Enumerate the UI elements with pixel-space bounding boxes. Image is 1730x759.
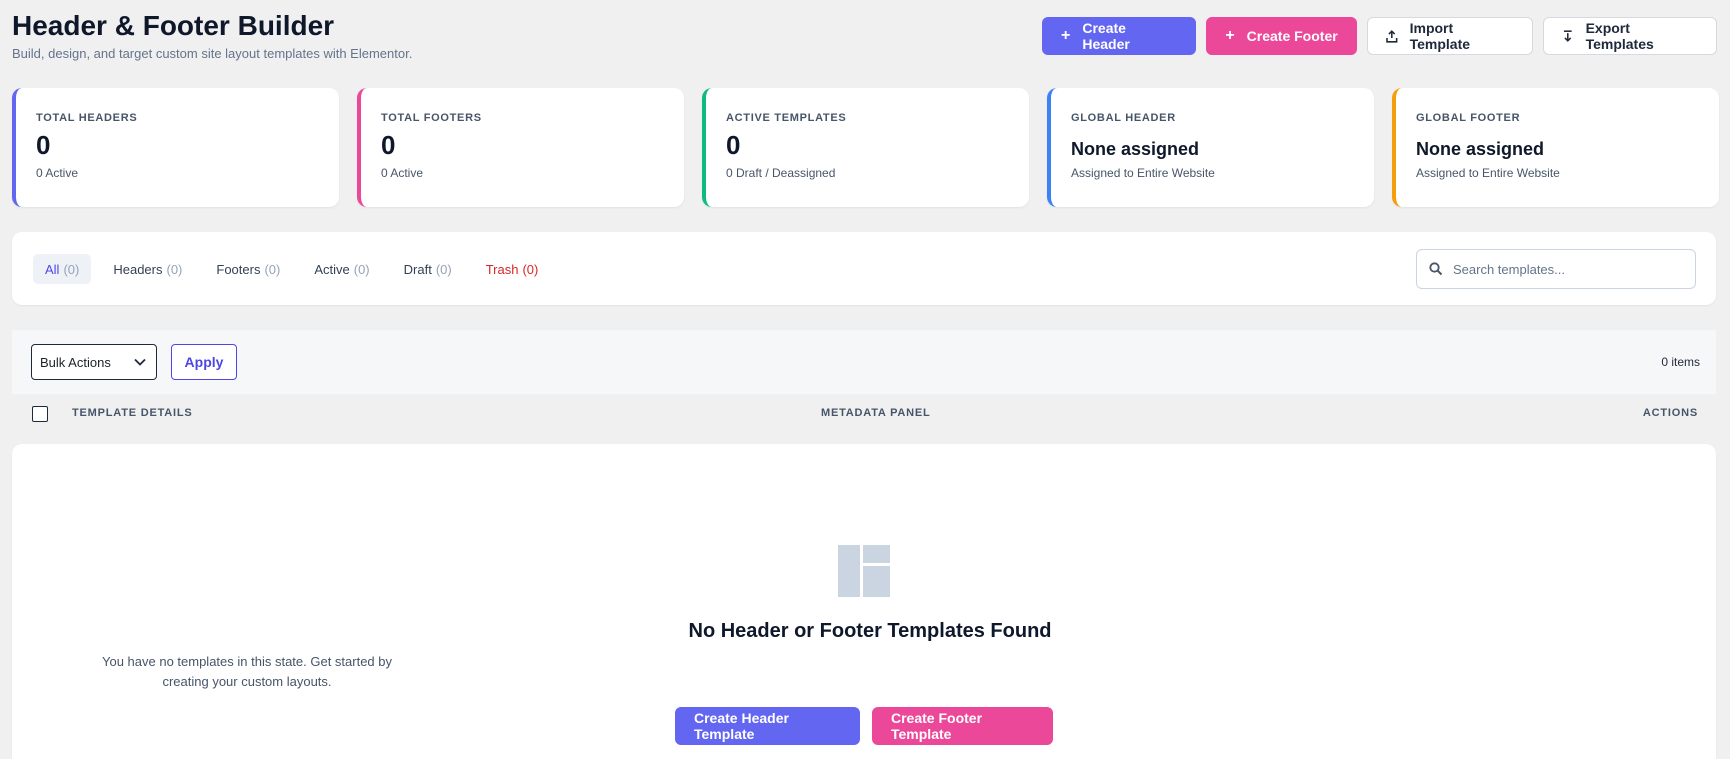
stat-card-total-headers: TOTAL HEADERS 0 0 Active bbox=[12, 88, 339, 207]
filter-tab-all[interactable]: All (0) bbox=[33, 254, 92, 284]
filter-tab-count: (0) bbox=[264, 261, 281, 277]
create-header-template-button[interactable]: Create Header Template bbox=[675, 707, 860, 745]
empty-state-description: You have no templates in this state. Get… bbox=[101, 654, 393, 689]
bulk-actions-select[interactable]: Bulk Actions bbox=[31, 344, 157, 380]
select-all-checkbox[interactable] bbox=[32, 406, 48, 422]
stats-row: TOTAL HEADERS 0 0 Active TOTAL FOOTERS 0… bbox=[12, 88, 1719, 207]
filter-panel: All (0) Headers (0) Footers (0) Active (… bbox=[12, 232, 1716, 305]
search-box bbox=[1416, 249, 1696, 289]
create-footer-button[interactable]: + Create Footer bbox=[1206, 17, 1357, 55]
stat-sub: Assigned to Entire Website bbox=[1416, 166, 1560, 180]
apply-button[interactable]: Apply bbox=[171, 344, 237, 380]
stat-sub: 0 Draft / Deassigned bbox=[726, 166, 836, 180]
export-templates-button[interactable]: Export Templates bbox=[1543, 17, 1717, 55]
import-template-button[interactable]: Import Template bbox=[1367, 17, 1533, 55]
layout-icon bbox=[838, 545, 890, 597]
stat-card-global-header: GLOBAL HEADER None assigned Assigned to … bbox=[1047, 88, 1374, 207]
create-header-label: Create Header bbox=[1082, 20, 1130, 52]
column-metadata-panel: METADATA PANEL bbox=[821, 407, 931, 419]
filter-tab-headers[interactable]: Headers (0) bbox=[101, 254, 194, 284]
bulk-actions-label: Bulk Actions bbox=[40, 354, 111, 370]
filter-tab-label: Headers bbox=[113, 261, 163, 277]
filter-tab-label: Active bbox=[314, 261, 350, 277]
page-header: Header & Footer Builder Build, design, a… bbox=[12, 10, 412, 61]
filter-tab-label: Footers bbox=[216, 261, 261, 277]
download-icon bbox=[1563, 29, 1572, 42]
page-subtitle: Build, design, and target custom site la… bbox=[12, 46, 413, 61]
filter-tab-active[interactable]: Active (0) bbox=[302, 254, 381, 284]
filter-tab-count: (0) bbox=[166, 261, 183, 277]
items-count: 0 items bbox=[1661, 355, 1700, 369]
stat-sub: 0 Active bbox=[381, 166, 424, 180]
filter-tab-footers[interactable]: Footers (0) bbox=[204, 254, 292, 284]
filter-tabs: All (0) Headers (0) Footers (0) Active (… bbox=[33, 254, 550, 284]
empty-state: No Header or Footer Templates Found You … bbox=[12, 444, 1716, 759]
stat-label: TOTAL HEADERS bbox=[36, 112, 138, 124]
create-footer-template-button[interactable]: Create Footer Template bbox=[872, 707, 1053, 745]
stat-value: 0 bbox=[381, 130, 396, 160]
stat-value: 0 bbox=[36, 130, 51, 160]
plus-icon: + bbox=[1061, 27, 1071, 44]
plus-icon: + bbox=[1225, 27, 1235, 44]
top-actions: + Create Header + Create Footer Import T… bbox=[1042, 17, 1717, 55]
filter-tab-count: (0) bbox=[435, 261, 452, 277]
create-header-button[interactable]: + Create Header bbox=[1042, 17, 1196, 55]
stat-value: 0 bbox=[726, 130, 741, 160]
stat-value: None assigned bbox=[1416, 139, 1545, 159]
filter-tab-label: Draft bbox=[403, 261, 432, 277]
stat-label: TOTAL FOOTERS bbox=[381, 112, 482, 124]
filter-tab-count: (0) bbox=[63, 261, 80, 277]
column-template-details: TEMPLATE DETAILS bbox=[72, 407, 193, 419]
column-actions: ACTIONS bbox=[1642, 407, 1698, 419]
stat-label: GLOBAL FOOTER bbox=[1416, 112, 1521, 124]
import-template-label: Import Template bbox=[1409, 20, 1471, 52]
filter-tab-count: (0) bbox=[353, 261, 370, 277]
chevron-down-icon bbox=[134, 358, 146, 366]
table-header: TEMPLATE DETAILS METADATA PANEL ACTIONS bbox=[12, 394, 1716, 444]
page-title: Header & Footer Builder bbox=[12, 10, 335, 41]
search-input[interactable] bbox=[1453, 261, 1673, 277]
filter-tab-label: Trash bbox=[485, 261, 519, 277]
stat-label: GLOBAL HEADER bbox=[1071, 112, 1176, 124]
filter-tab-draft[interactable]: Draft (0) bbox=[392, 254, 464, 284]
create-footer-label: Create Footer bbox=[1246, 28, 1338, 44]
filter-tab-trash[interactable]: Trash (0) bbox=[474, 254, 551, 284]
search-icon bbox=[1429, 262, 1443, 276]
filter-tab-count: (0) bbox=[522, 261, 539, 277]
empty-state-title: No Header or Footer Templates Found bbox=[688, 620, 1052, 642]
stat-sub: Assigned to Entire Website bbox=[1071, 166, 1215, 180]
stat-card-total-footers: TOTAL FOOTERS 0 0 Active bbox=[357, 88, 684, 207]
upload-icon bbox=[1386, 29, 1398, 43]
stat-sub: 0 Active bbox=[36, 166, 79, 180]
empty-state-actions: Create Header Template Create Footer Tem… bbox=[675, 707, 1053, 745]
export-templates-label: Export Templates bbox=[1585, 20, 1654, 52]
filter-tab-label: All bbox=[45, 261, 60, 277]
stat-value: None assigned bbox=[1071, 139, 1200, 159]
list-toolbar: Bulk Actions Apply 0 items bbox=[12, 330, 1716, 394]
stat-card-global-footer: GLOBAL FOOTER None assigned Assigned to … bbox=[1392, 88, 1719, 207]
stat-card-active-templates: ACTIVE TEMPLATES 0 0 Draft / Deassigned bbox=[702, 88, 1029, 207]
stat-label: ACTIVE TEMPLATES bbox=[726, 112, 847, 124]
